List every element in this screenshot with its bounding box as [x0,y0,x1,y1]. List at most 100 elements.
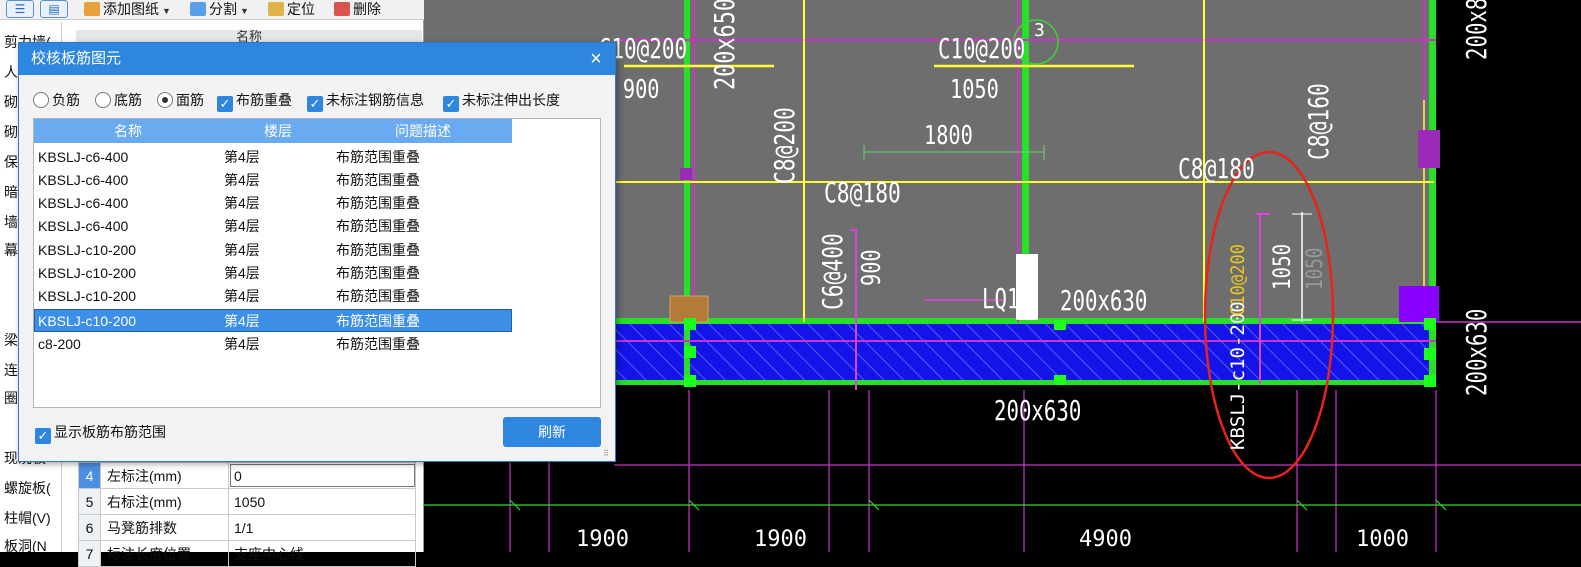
side-item-14[interactable]: 板洞(N [4,536,62,556]
label-c10-200-c: C10@200 [1227,244,1249,316]
property-row[interactable]: 5 右标注(mm) 1050 [79,489,416,515]
label-900-a: 900 [623,75,660,105]
table-row[interactable]: KBSLJ-c10-200 第4层 布筋范围重叠 [34,285,512,308]
side-item-12[interactable]: 螺旋板( [4,478,62,498]
label-c10-200-b: C10@200 [938,32,1025,65]
table-row[interactable]: KBSLJ-c6-400 第4层 布筋范围重叠 [34,146,512,169]
cell-name: KBSLJ-c10-200 [38,313,137,329]
property-row-number: 7 [79,541,101,566]
side-item-13[interactable]: 柱帽(V) [4,508,62,528]
property-value-input[interactable]: 0 [229,463,416,488]
col-header-description[interactable]: 问题描述 [334,119,512,143]
cell-name: KBSLJ-c6-400 [38,218,129,234]
cell-description: 布筋范围重叠 [336,288,420,304]
cell-name: KBSLJ-c6-400 [38,195,129,211]
cell-description: 布筋范围重叠 [336,149,420,165]
label-200x630-a: 200x630 [1060,284,1147,317]
add-drawing-button[interactable]: 添加图纸 ▼ [84,1,171,19]
checkbox-no-extend[interactable]: ✓ 未标注伸出长度 [443,89,560,112]
cell-name: KBSLJ-c6-400 [38,172,129,188]
delete-button[interactable]: 删除 [334,1,381,19]
label-circle-3: 3 [1034,20,1045,41]
cell-description: 布筋范围重叠 [336,172,420,188]
cell-description: 布筋范围重叠 [336,218,420,234]
table-row[interactable]: c8-200 第4层 布筋范围重叠 [34,333,512,356]
property-row[interactable]: 6 马凳筋排数 1/1 [79,515,416,541]
checkbox-overlap-label: 布筋重叠 [236,92,292,108]
refresh-button[interactable]: 刷新 [503,417,601,447]
radio-top-rebar[interactable]: 面筋 [157,89,204,111]
label-c8-180-b: C8@180 [1178,152,1255,185]
cell-floor: 第4层 [224,195,260,211]
label-200x8: 200x8 [1460,0,1493,60]
cell-name: KBSLJ-c10-200 [38,242,137,258]
list-view-icon[interactable]: ☰ [6,0,34,18]
property-row[interactable]: 4 左标注(mm) 0 [79,463,416,489]
save-icon[interactable]: ▤ [40,0,68,18]
table-row[interactable]: KBSLJ-c10-200 第4层 布筋范围重叠 [34,262,512,285]
property-value[interactable]: 1/1 [229,515,416,540]
dialog-title-bar[interactable]: 校核板筋图元 × [19,43,615,75]
cell-floor: 第4层 [224,265,260,281]
split-icon [190,2,206,16]
chevron-down-icon: ▼ [240,6,249,16]
table-row[interactable]: KBSLJ-c6-400 第4层 布筋范围重叠 [34,192,512,215]
label-1800: 1800 [924,121,973,151]
col-header-name[interactable]: 名称 [34,119,222,143]
property-key: 马凳筋排数 [101,515,229,540]
label-c8-160: C8@160 [1302,83,1335,160]
split-button[interactable]: 分割 ▼ [190,1,249,19]
checkmark-icon: ✓ [35,428,51,444]
add-drawing-label: 添加图纸 [103,1,159,17]
col-header-floor[interactable]: 楼层 [222,119,334,143]
property-key: 右标注(mm) [101,489,229,514]
cell-floor: 第4层 [224,172,260,188]
close-icon[interactable]: × [585,43,607,75]
cell-description: 布筋范围重叠 [336,195,420,211]
table-row[interactable]: KBSLJ-c6-400 第4层 布筋范围重叠 [34,169,512,192]
label-kbslj: KBSLJ-c10-200 [1227,301,1249,450]
radio-icon [33,92,49,108]
radio-bottom-label: 底筋 [114,92,142,108]
hatched-slab-strip[interactable] [614,323,1434,381]
label-c6-400: C6@400 [816,233,849,310]
radio-top-label: 面筋 [176,92,204,108]
label-bottom-1000: 1000 [1356,527,1409,552]
label-200x630-b: 200x630 [994,394,1081,427]
filter-options: 负筋 底筋 面筋 ✓ 布筋重叠 ✓ 未标注钢筋信息 ✓ 未标注伸出长度 [33,89,613,112]
label-1050-c: 1050 [1302,248,1327,290]
locate-button[interactable]: 定位 [268,1,315,19]
checkbox-overlap[interactable]: ✓ 布筋重叠 [217,89,292,112]
label-c8-180-a: C8@180 [824,176,901,209]
property-value[interactable]: 支座中心线 [229,541,416,566]
table-row[interactable]: KBSLJ-c10-200 第4层 布筋范围重叠 [34,239,512,262]
table-row-selected[interactable]: KBSLJ-c10-200 第4层 布筋范围重叠 [34,309,512,332]
checkmark-icon: ✓ [217,96,233,112]
label-bottom-4900: 4900 [1079,527,1132,552]
dialog-title: 校核板筋图元 [31,50,122,67]
property-row-number: 5 [79,489,101,514]
property-row-number: 4 [79,463,101,488]
property-row[interactable]: 7 标注长度位置 支座中心线 [79,541,416,567]
property-grid: 4 左标注(mm) 0 5 右标注(mm) 1050 6 马凳筋排数 1/1 7… [78,462,416,567]
show-range-label: 显示板筋布筋范围 [54,424,166,440]
delete-label: 删除 [353,1,381,17]
resize-grip-icon[interactable]: ⠿ [603,449,613,459]
issues-table[interactable]: 名称 楼层 问题描述 KBSLJ-c6-400 第4层 布筋范围重叠 KBSLJ… [33,118,601,408]
label-beam-200x650: 200x650 [708,0,740,90]
property-value[interactable]: 1050 [229,489,416,514]
label-1050-b: 1050 [1269,244,1297,290]
radio-neg-rebar[interactable]: 负筋 [33,89,80,111]
property-key: 左标注(mm) [101,463,229,488]
radio-icon [95,92,111,108]
checkmark-icon: ✓ [443,96,459,112]
cell-floor: 第4层 [224,313,260,329]
cell-name: KBSLJ-c6-400 [38,149,129,165]
table-row[interactable]: KBSLJ-c6-400 第4层 布筋范围重叠 [34,215,512,238]
split-label: 分割 [209,1,237,17]
checkbox-show-range[interactable]: ✓ 显示板筋布筋范围 [35,421,166,444]
label-200x630-right: 200x630 [1460,309,1493,396]
radio-bottom-rebar[interactable]: 底筋 [95,89,142,111]
cell-description: 布筋范围重叠 [336,313,420,329]
checkbox-no-info[interactable]: ✓ 未标注钢筋信息 [307,89,424,112]
